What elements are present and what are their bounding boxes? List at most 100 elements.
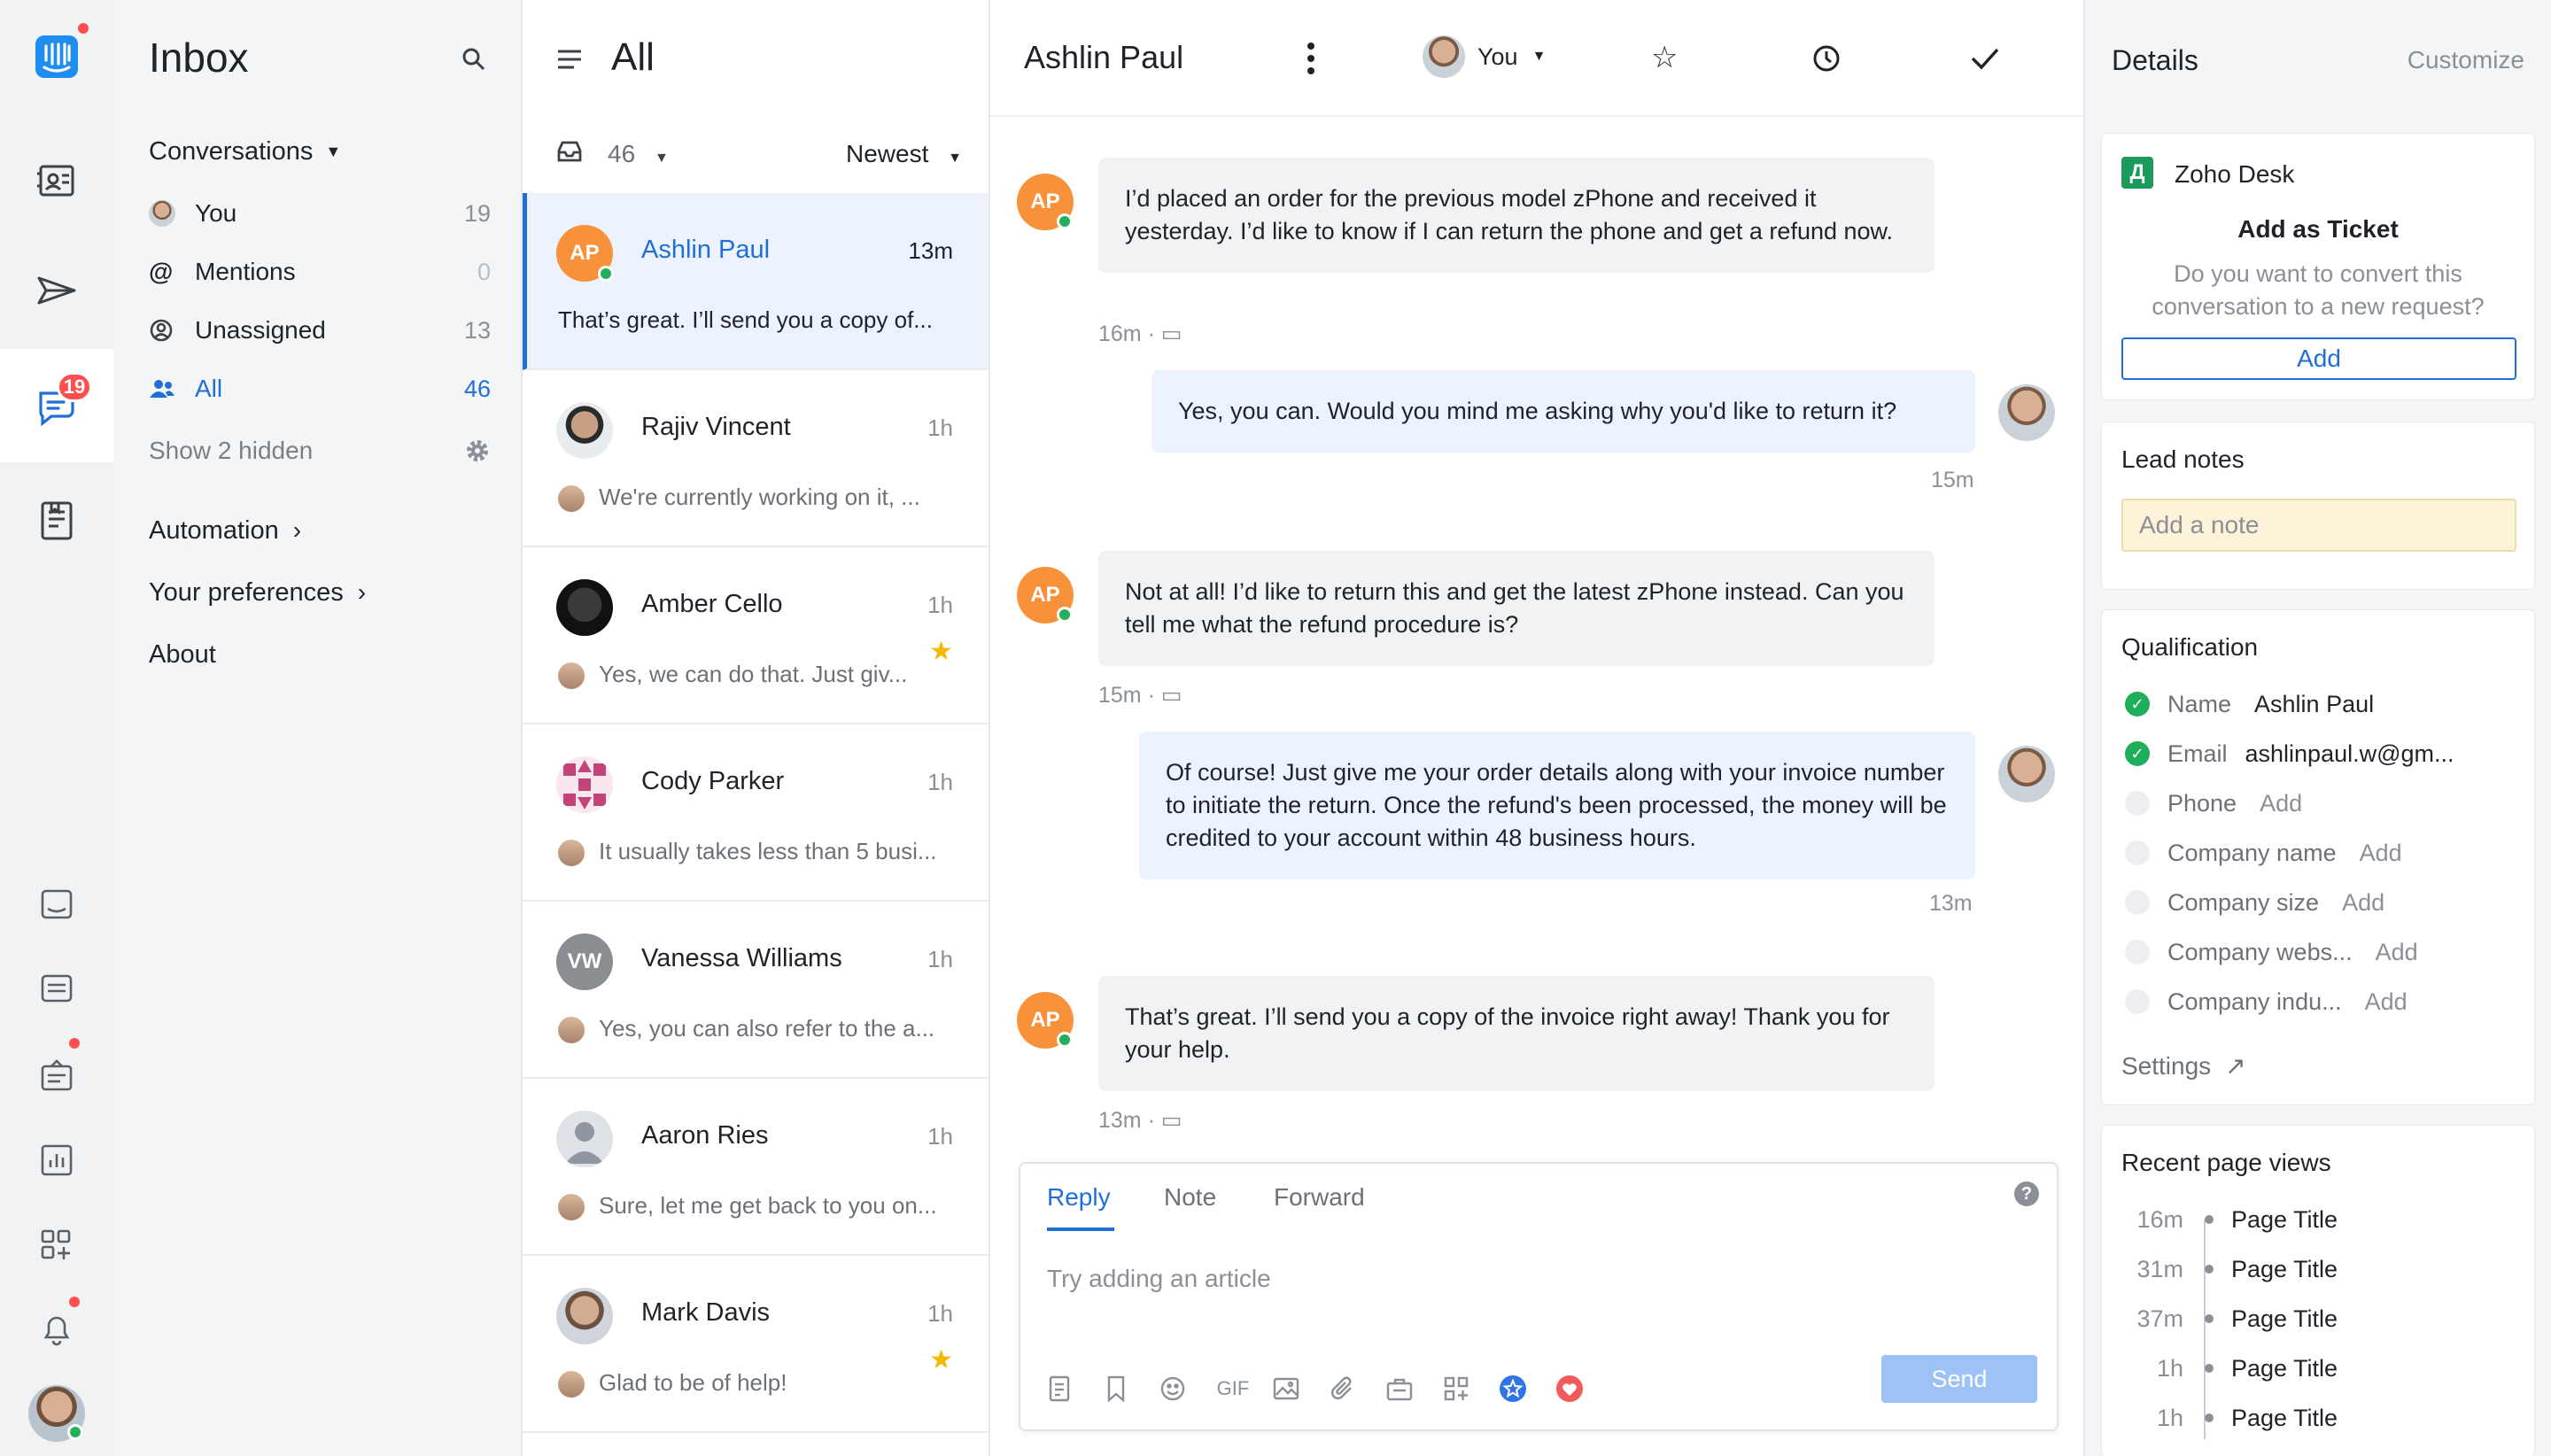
page-view-title[interactable]: Page Title	[2231, 1305, 2338, 1333]
conversation-time: 1h	[927, 592, 953, 618]
show-hidden-button[interactable]: Show 2 hidden	[149, 429, 503, 473]
conversation-item-mark-davis[interactable]: Mark Davis 1h ★ Glad to be of help!	[523, 1256, 989, 1433]
page-title: Inbox	[149, 35, 249, 81]
gif-icon[interactable]: GIF	[1213, 1373, 1252, 1405]
nav-item-all[interactable]: All 46	[149, 367, 503, 411]
star-outline-icon[interactable]: ☆	[1651, 43, 1678, 73]
notification-dot	[78, 23, 89, 34]
avatar	[556, 1111, 613, 1167]
send-button[interactable]: Send	[1881, 1355, 2037, 1403]
help-icon[interactable]: ?	[2014, 1181, 2039, 1206]
page-view-title[interactable]: Page Title	[2231, 1256, 2338, 1283]
conversation-preview: Glad to be of help!	[558, 1369, 953, 1398]
outbound-send-icon[interactable]	[0, 234, 113, 347]
conversation-item-cody-parker[interactable]: Cody Parker 1h It usually takes less tha…	[523, 724, 989, 902]
tab-note[interactable]: Note	[1164, 1183, 1216, 1212]
qualification-row-company-website[interactable]: Company webs... Add	[2125, 934, 2516, 970]
automation-label: Automation	[149, 515, 279, 545]
message-bubble-incoming: I’d placed an order for the previous mod…	[1098, 158, 1935, 273]
add-field-link[interactable]: Add	[2365, 988, 2408, 1016]
assignee-dropdown[interactable]: You ▼	[1423, 35, 1546, 78]
add-field-link[interactable]: Add	[2376, 939, 2418, 966]
preview-text: We're currently working on it, ...	[599, 484, 920, 510]
emoji-icon[interactable]	[1157, 1373, 1189, 1405]
attachment-icon[interactable]	[1327, 1373, 1359, 1405]
intercom-logo-icon[interactable]	[0, 0, 113, 113]
more-options-icon[interactable]	[1304, 41, 1318, 81]
conversation-header: Ashlin Paul You ▼ ☆	[990, 0, 2083, 117]
inbox-tray-icon	[556, 140, 583, 167]
qualification-settings-link[interactable]: Settings ↗	[2121, 1051, 2245, 1080]
page-view-time: 31m	[2136, 1255, 2183, 1282]
contacts-icon[interactable]	[0, 124, 113, 237]
preferences-link[interactable]: Your preferences ›	[149, 570, 503, 615]
conversation-item-rajiv-vincent[interactable]: Rajiv Vincent 1h We're currently working…	[523, 370, 989, 547]
tab-reply[interactable]: Reply	[1047, 1183, 1111, 1212]
composer-input[interactable]: Try adding an article	[1047, 1265, 1271, 1293]
conversation-count-dropdown[interactable]: 46 ▼	[608, 140, 669, 168]
tab-forward[interactable]: Forward	[1274, 1183, 1365, 1212]
heart-app-icon[interactable]	[1554, 1373, 1586, 1405]
qualification-row-company-name[interactable]: Company name Add	[2125, 835, 2516, 871]
conversation-item-ashlin-paul[interactable]: AP Ashlin Paul 13m That’s great. I’ll se…	[523, 193, 989, 370]
qualification-row-name[interactable]: ✓ Name Ashlin Paul	[2125, 686, 2516, 722]
page-view-title[interactable]: Page Title	[2231, 1206, 2338, 1234]
add-note-input[interactable]: Add a note	[2121, 499, 2516, 552]
user-avatar[interactable]	[0, 1357, 113, 1456]
add-field-link[interactable]: Add	[2342, 889, 2384, 917]
qualification-card: Qualification ✓ Name Ashlin Paul ✓ Email…	[2101, 609, 2535, 1105]
qualification-row-company-industry[interactable]: Company indu... Add	[2125, 984, 2516, 1019]
conversations-section-toggle[interactable]: Conversations ▼	[149, 129, 503, 174]
inbox-chat-icon[interactable]: 19	[0, 349, 113, 462]
add-ticket-button[interactable]: Add	[2121, 337, 2516, 380]
nav-item-mentions[interactable]: @ Mentions 0	[149, 250, 503, 294]
notification-dot	[69, 1038, 80, 1049]
page-view-title[interactable]: Page Title	[2231, 1405, 2338, 1432]
automation-link[interactable]: Automation ›	[149, 508, 503, 553]
qualification-row-company-size[interactable]: Company size Add	[2125, 885, 2516, 920]
image-icon[interactable]	[1270, 1373, 1302, 1405]
conversation-name: Ashlin Paul	[641, 236, 771, 264]
conversation-item-amber-cello[interactable]: Amber Cello 1h ★ Yes, we can do that. Ju…	[523, 547, 989, 724]
close-conversation-check-icon[interactable]	[1970, 46, 2000, 75]
page-view-title[interactable]: Page Title	[2231, 1355, 2338, 1382]
nav-item-unassigned[interactable]: Unassigned 13	[149, 308, 503, 352]
conversation-title: Ashlin Paul	[1024, 39, 1184, 75]
chevron-right-icon: ›	[292, 516, 302, 544]
gear-icon[interactable]	[464, 438, 491, 470]
field-label: Phone	[2167, 789, 2237, 817]
avatar	[558, 1017, 585, 1044]
bookmark-icon[interactable]	[1100, 1373, 1132, 1405]
search-icon[interactable]	[461, 46, 487, 77]
message-time: 16m ·	[1098, 321, 1155, 346]
snooze-clock-icon[interactable]	[1812, 44, 1841, 77]
message-meta: 13m · ▭	[1098, 1107, 1182, 1134]
articles-icon[interactable]	[0, 464, 113, 577]
sort-dropdown[interactable]: Newest ▼	[846, 140, 962, 168]
recent-page-views-card: Recent page views 16m Page Title 31m Pag…	[2101, 1125, 2535, 1456]
preferences-label: Your preferences	[149, 577, 344, 607]
apps-icon[interactable]	[1440, 1373, 1472, 1405]
nav-item-you[interactable]: You 19	[149, 191, 503, 236]
add-field-link[interactable]: Add	[2360, 840, 2402, 867]
app-integration-icon[interactable]	[1497, 1373, 1529, 1405]
qualification-row-phone[interactable]: Phone Add	[2125, 786, 2516, 821]
customize-link[interactable]: Customize	[2408, 46, 2524, 74]
chevron-right-icon: ›	[357, 578, 367, 606]
reply-composer: Reply Note Forward ? Try adding an artic…	[1019, 1162, 2059, 1431]
article-icon[interactable]	[1043, 1373, 1075, 1405]
unread-badge: 19	[57, 372, 92, 402]
message-meta: 16m · ▭	[1098, 321, 1182, 347]
ticket-icon[interactable]	[1384, 1373, 1415, 1405]
conversations-label: Conversations	[149, 136, 314, 166]
add-field-link[interactable]: Add	[2260, 790, 2302, 817]
hamburger-menu-icon[interactable]	[556, 48, 583, 75]
about-link[interactable]: About	[149, 632, 503, 677]
conversation-item-aaron-ries[interactable]: Aaron Ries 1h Sure, let me get back to y…	[523, 1079, 989, 1256]
qualification-title: Qualification	[2121, 633, 2259, 661]
avatar	[1423, 35, 1465, 78]
conversation-time: 13m	[908, 237, 953, 264]
qualification-row-email[interactable]: ✓ Email ashlinpaul.w@gm...	[2125, 736, 2516, 771]
conversation-time: 1h	[927, 1123, 953, 1150]
conversation-item-vanessa-williams[interactable]: VW Vanessa Williams 1h Yes, you can also…	[523, 902, 989, 1079]
